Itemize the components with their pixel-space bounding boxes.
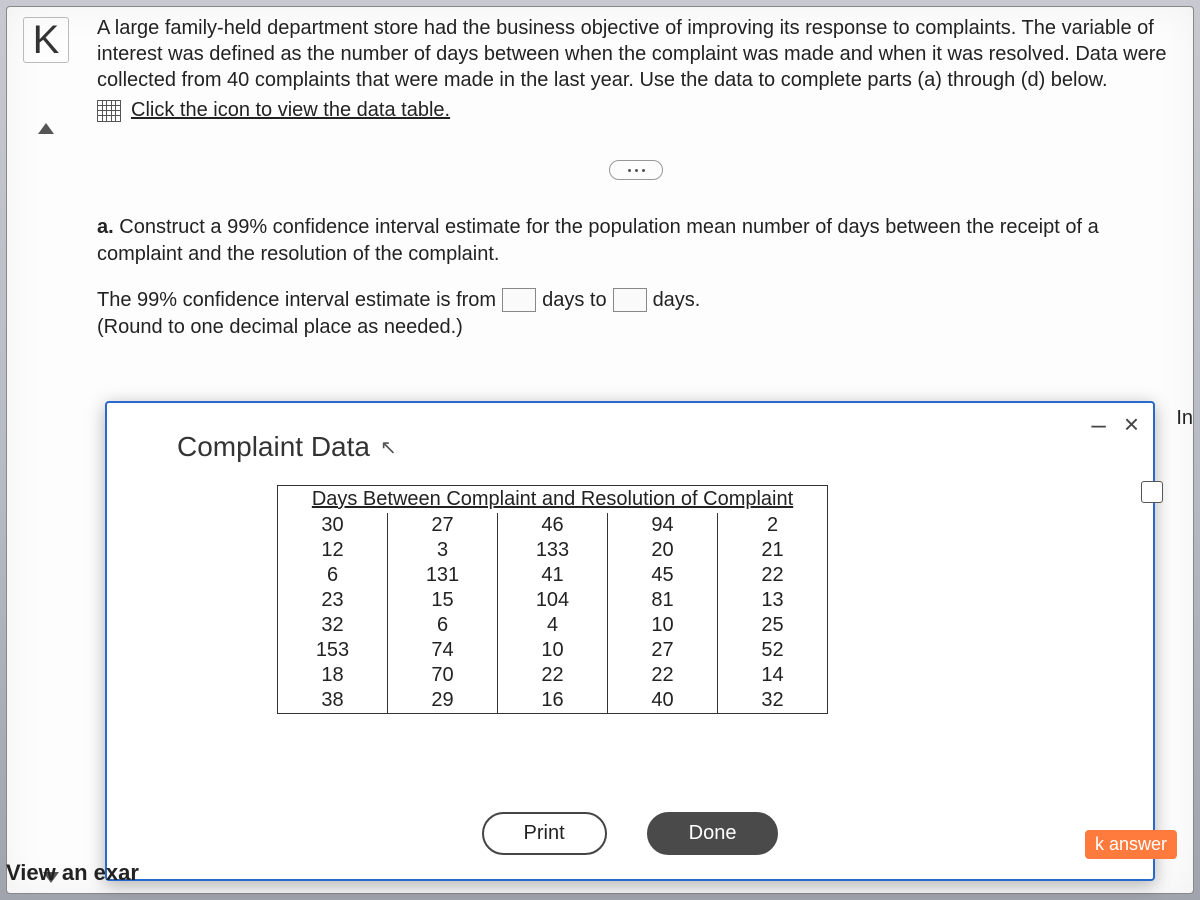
part-a-body: Construct a 99% confidence interval esti… <box>97 216 1099 265</box>
close-icon[interactable]: × <box>1124 409 1139 440</box>
print-button[interactable]: Print <box>482 812 607 855</box>
question-page: K A large family-held department store h… <box>6 6 1194 894</box>
data-table-link-row: Click the icon to view the data table. <box>97 99 1175 122</box>
problem-text: A large family-held department store had… <box>97 15 1175 93</box>
data-table-wrap: Days Between Complaint and Resolution of… <box>277 485 1123 714</box>
part-a-text: a. Construct a 99% confidence interval e… <box>97 214 1175 268</box>
table-row: 6131414522 <box>278 563 828 588</box>
ci-upper-input[interactable] <box>613 288 647 312</box>
done-button[interactable]: Done <box>647 812 779 855</box>
data-table-link[interactable]: Click the icon to view the data table. <box>131 99 450 122</box>
table-row: 3829164032 <box>278 688 828 714</box>
modal-controls: – × <box>1091 409 1139 440</box>
answer-badge[interactable]: k answer <box>1085 830 1177 859</box>
left-toolbar: K <box>15 17 77 134</box>
modal-title: Complaint Data <box>177 431 370 463</box>
cursor-icon: ↖ <box>380 435 397 460</box>
scroll-up-icon[interactable] <box>38 123 54 134</box>
copy-icon[interactable] <box>1141 481 1163 503</box>
ci-sentence: The 99% confidence interval estimate is … <box>97 288 1175 312</box>
minimize-icon[interactable]: – <box>1091 409 1105 440</box>
more-icon[interactable] <box>609 160 663 180</box>
table-row: 302746942 <box>278 513 828 538</box>
ci-suffix: days. <box>653 289 701 312</box>
ci-mid: days to <box>542 289 606 312</box>
table-row: 32641025 <box>278 613 828 638</box>
modal-buttons: Print Done <box>107 812 1153 855</box>
round-note: (Round to one decimal place as needed.) <box>97 316 1175 339</box>
first-page-icon[interactable]: K <box>23 17 69 63</box>
ci-lower-input[interactable] <box>502 288 536 312</box>
table-row: 1231332021 <box>278 538 828 563</box>
complaint-data-table: Days Between Complaint and Resolution of… <box>277 485 828 714</box>
table-row: 1870222214 <box>278 663 828 688</box>
table-row: 23151048113 <box>278 588 828 613</box>
table-icon[interactable] <box>97 100 121 122</box>
complaint-data-modal: – × Complaint Data ↖ Days Between Compla… <box>105 401 1155 881</box>
cropped-text-fragment: In <box>1176 407 1193 430</box>
part-a-label: a. <box>97 216 114 238</box>
table-row: 15374102752 <box>278 638 828 663</box>
view-example-link[interactable]: View an exar <box>6 860 139 886</box>
table-header: Days Between Complaint and Resolution of… <box>278 486 828 514</box>
ci-prefix: The 99% confidence interval estimate is … <box>97 289 496 312</box>
modal-title-row: Complaint Data ↖ <box>177 431 1123 463</box>
